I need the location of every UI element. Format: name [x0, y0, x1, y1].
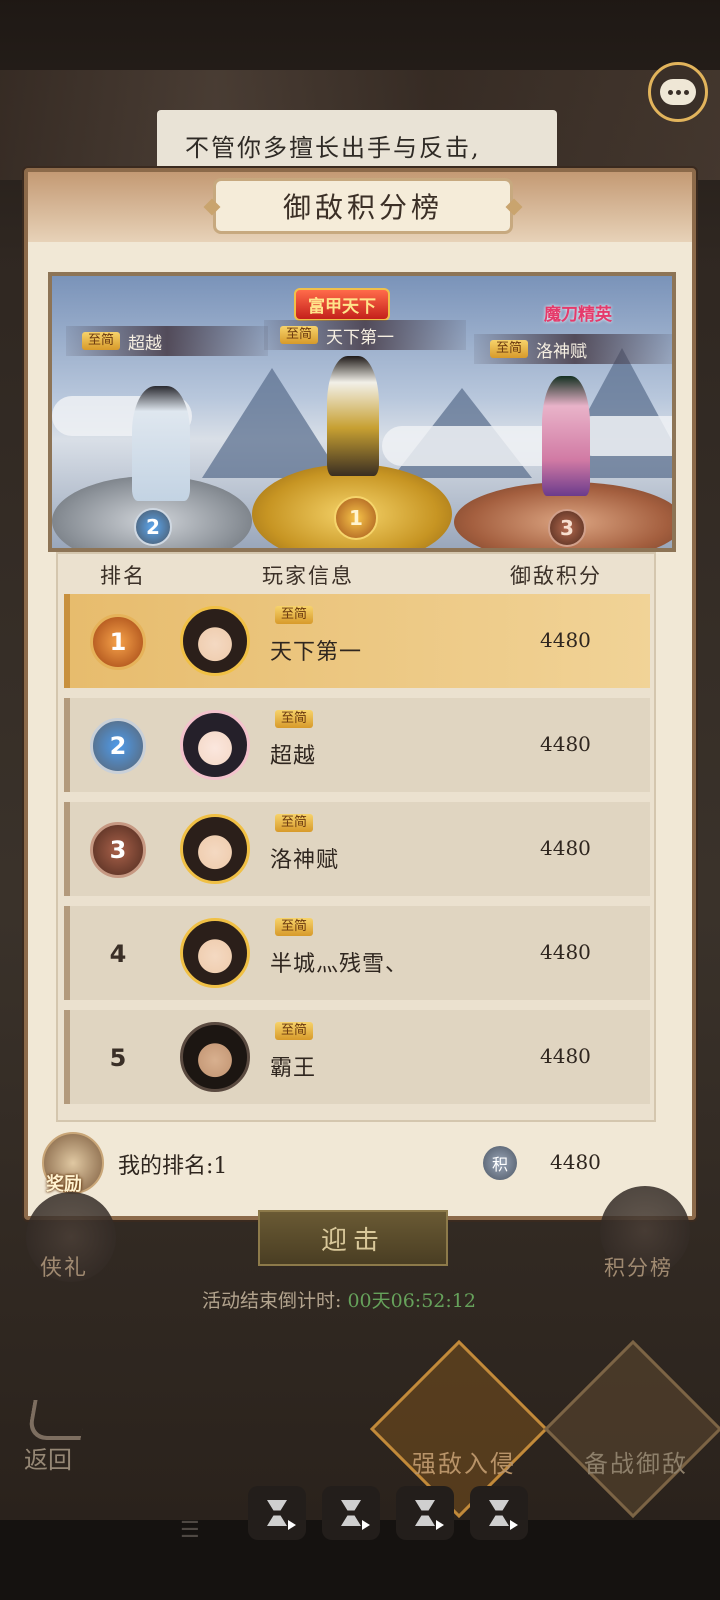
dialog-text: 不管你多擅长出手与反击, [185, 134, 481, 162]
vip-tag: 至简 [275, 918, 314, 936]
rank-medal-icon: 1 [90, 614, 146, 670]
floating-tile[interactable] [470, 1486, 528, 1540]
player-score: 4480 [540, 836, 591, 860]
rank-medal-icon: 2 [90, 718, 146, 774]
score-coin-icon: 积 [483, 1146, 517, 1180]
rank-number: 5 [109, 1044, 127, 1072]
rank-three-badge: 3 [548, 509, 586, 547]
player-score: 4480 [540, 628, 591, 652]
panel-header: 御敌积分榜 [28, 172, 692, 242]
avatar[interactable] [180, 1022, 250, 1092]
countdown-label: 活动结束倒计时: [202, 1290, 348, 1312]
vip-tag: 至简 [490, 340, 529, 358]
vip-tag: 至简 [275, 710, 314, 728]
first-title-badge: 富甲天下 [294, 288, 390, 321]
player-name: 洛神赋 [536, 341, 588, 362]
my-score: 4480 [550, 1150, 601, 1174]
player-score: 4480 [540, 940, 591, 964]
play-icon [436, 1520, 444, 1530]
mountain-shape [202, 368, 342, 478]
play-icon [362, 1520, 370, 1530]
table-row[interactable]: 5 至简 霸王 4480 [64, 1010, 650, 1104]
chat-icon [660, 79, 696, 105]
back-label[interactable]: 返回 [24, 1440, 72, 1475]
hourglass-icon [415, 1500, 435, 1526]
table-row[interactable]: 1 至简 天下第一 4480 [64, 594, 650, 688]
vip-tag: 至简 [275, 606, 314, 624]
invade-label[interactable]: 强敌入侵 [412, 1444, 516, 1479]
character-second[interactable] [132, 386, 190, 501]
leaderboard-label[interactable]: 积分榜 [604, 1252, 673, 1282]
back-arrow-icon[interactable] [26, 1400, 88, 1440]
vip-tag: 至简 [275, 1022, 314, 1040]
character-first[interactable] [327, 356, 379, 476]
header-score: 御敌积分 [510, 564, 602, 588]
prepare-label[interactable]: 备战御敌 [584, 1444, 688, 1479]
player-name: 天下第一 [326, 327, 395, 348]
header-rank: 排名 [100, 564, 146, 588]
hourglass-icon [489, 1500, 509, 1526]
table-row[interactable]: 3 至简 洛神赋 4480 [64, 802, 650, 896]
table-row[interactable]: 4 至简 半城灬残雪、 4480 [64, 906, 650, 1000]
player-score: 4480 [540, 1044, 591, 1068]
my-rank-bar: 奖励 我的排名:1 积 4480 [38, 1132, 682, 1202]
podium-showcase: 富甲天下 魔刀精英 至简 超越 至简 天下第一 至简 洛神赋 1 2 3 [48, 272, 676, 552]
hourglass-icon [341, 1500, 361, 1526]
ranking-table: 排名 玩家信息 御敌积分 1 至简 天下第一 4480 2 至简 超越 4480… [56, 552, 656, 1122]
vip-tag: 至简 [82, 332, 121, 350]
podium-name-third: 至简 洛神赋 [474, 334, 672, 364]
floating-tile[interactable] [248, 1486, 306, 1540]
menu-icon[interactable]: ☰ [180, 1518, 200, 1543]
avatar[interactable] [180, 606, 250, 676]
player-name: 洛神赋 [270, 848, 340, 873]
countdown-value: 00天06:52:12 [347, 1290, 476, 1312]
avatar[interactable] [180, 710, 250, 780]
podium-name-second: 至简 超越 [66, 326, 268, 356]
vip-tag: 至简 [275, 814, 314, 832]
player-name: 半城灬残雪、 [270, 952, 409, 977]
play-icon [510, 1520, 518, 1530]
rank-two-badge: 2 [134, 508, 172, 546]
rank-number: 4 [109, 940, 127, 968]
leaderboard-panel: 御敌积分榜 富甲天下 魔刀精英 至简 超越 至简 天下第一 至简 洛神赋 1 2… [24, 168, 696, 1220]
player-score: 4480 [540, 732, 591, 756]
hourglass-icon [267, 1500, 287, 1526]
gift-label[interactable]: 侠礼 [40, 1250, 88, 1282]
floating-tile[interactable] [322, 1486, 380, 1540]
avatar[interactable] [180, 918, 250, 988]
engage-button[interactable]: 迎击 [258, 1210, 448, 1266]
chat-button[interactable] [648, 62, 708, 122]
podium-name-first: 至简 天下第一 [264, 320, 466, 350]
header-player: 玩家信息 [262, 564, 354, 588]
vip-tag: 至简 [280, 326, 319, 344]
my-rank-text: 我的排名:1 [118, 1154, 228, 1179]
player-name: 超越 [270, 744, 317, 769]
cloud-shape [382, 426, 562, 466]
player-name: 天下第一 [270, 640, 363, 665]
character-third[interactable] [542, 376, 590, 496]
event-countdown: 活动结束倒计时: 00天06:52:12 [202, 1286, 476, 1313]
floating-tile[interactable] [396, 1486, 454, 1540]
rank-one-badge: 1 [334, 496, 378, 540]
table-row[interactable]: 2 至简 超越 4480 [64, 698, 650, 792]
play-icon [288, 1520, 296, 1530]
avatar[interactable] [180, 814, 250, 884]
player-name: 超越 [128, 333, 163, 354]
rank-medal-icon: 3 [90, 822, 146, 878]
player-name: 霸王 [270, 1056, 317, 1081]
panel-title: 御敌积分榜 [213, 178, 513, 234]
third-title-badge: 魔刀精英 [544, 305, 612, 325]
